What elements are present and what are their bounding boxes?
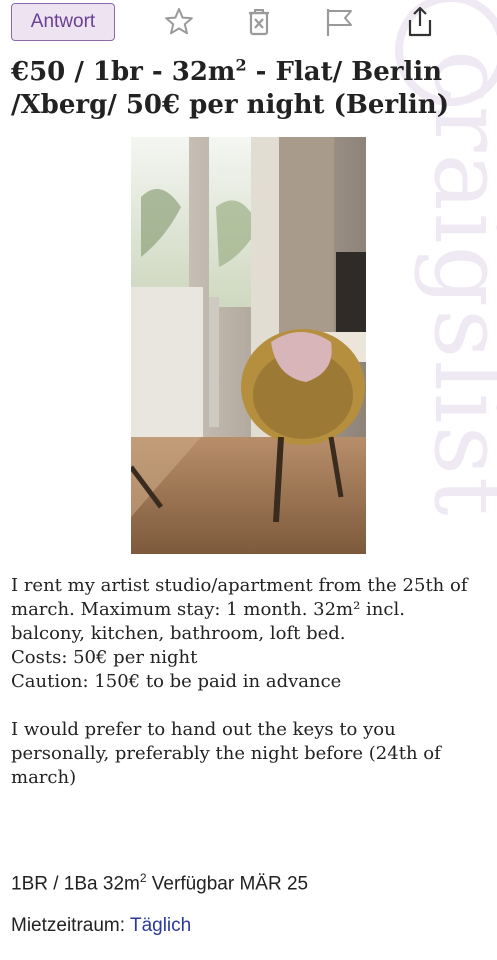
post-attributes: 1BR / 1Ba 32m2 Verfügbar MÄR 25 (11, 871, 308, 895)
rental-period-value[interactable]: Täglich (130, 915, 191, 936)
post-body: I rent my artist studio/apartment from t… (11, 574, 481, 790)
attr-superscript: 2 (139, 871, 147, 885)
body-paragraph-1: I rent my artist studio/apartment from t… (11, 575, 468, 644)
trash-icon[interactable] (242, 5, 276, 39)
share-icon[interactable] (403, 5, 437, 39)
body-paragraph-3: Caution: 150€ to be paid in advance (11, 671, 342, 692)
body-paragraph-2: Costs: 50€ per night (11, 647, 198, 668)
flag-icon[interactable] (322, 5, 356, 39)
attr-text-a: 1BR / 1Ba 32m (11, 873, 140, 895)
title-superscript: 2 (235, 55, 247, 75)
rental-period: Mietzeitraum: Täglich (11, 915, 191, 937)
post-toolbar: Antwort (0, 0, 497, 48)
star-icon[interactable] (162, 5, 196, 39)
attr-text-b: Verfügbar MÄR 25 (146, 873, 309, 895)
title-text-a: €50 / 1br - 32m (11, 57, 236, 87)
post-title: €50 / 1br - 32m2 - Flat/ Berlin /Xberg/ … (0, 56, 497, 122)
room-photo-image (131, 137, 366, 554)
body-paragraph-4: I would prefer to hand out the keys to y… (11, 719, 441, 788)
reply-button[interactable]: Antwort (11, 3, 115, 41)
listing-photo[interactable] (131, 137, 366, 554)
rental-period-label: Mietzeitraum: (11, 915, 126, 936)
